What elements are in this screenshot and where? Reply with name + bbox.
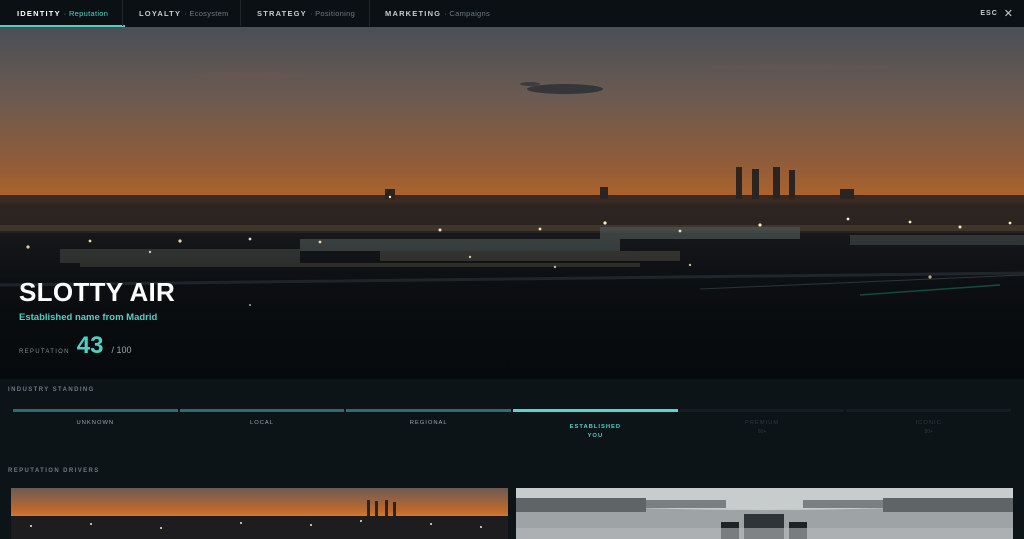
tab-strategy-label: STRATEGY — [257, 8, 307, 18]
tab-marketing-label: MARKETING — [385, 8, 442, 18]
cabin-interior-thumbnail — [516, 488, 1013, 539]
tier-label: LOCAL — [250, 420, 275, 426]
tier-bar — [346, 409, 512, 412]
reputation-drivers-cards — [11, 488, 1013, 539]
reputation-score: REPUTATION 43 / 100 — [19, 332, 132, 360]
tab-marketing[interactable]: MARKETING · Campaigns — [385, 0, 490, 26]
tier-established: ESTABLISHED YOU — [513, 409, 678, 449]
hero-banner: SLOTTY AIR Established name from Madrid … — [0, 27, 1024, 379]
tab-loyalty-sublabel: · Ecosystem — [184, 8, 229, 18]
top-nav: IDENTITY · Reputation LOYALTY · Ecosyste… — [0, 0, 1024, 28]
industry-standing-heading: INDUSTRY STANDING — [8, 387, 95, 393]
madrid-skyline-thumbnail — [11, 488, 508, 539]
tier-bar — [513, 409, 678, 412]
airline-name: SLOTTY AIR — [19, 277, 176, 307]
tab-marketing-sublabel: · Campaigns — [444, 8, 491, 18]
industry-standing-track: UNKNOWN LOCAL REGIONAL ESTABLISHED YOU P… — [13, 409, 1012, 449]
tier-label: UNKNOWN — [76, 420, 115, 426]
reputation-max: / 100 — [111, 345, 132, 355]
tab-divider — [369, 0, 370, 26]
tab-divider — [240, 0, 241, 26]
tab-identity[interactable]: IDENTITY · Reputation — [0, 0, 126, 27]
tier-label: ESTABLISHED — [569, 424, 622, 430]
madrid-skyline-image — [0, 27, 1024, 379]
tier-bar — [13, 409, 178, 412]
tier-bar — [846, 409, 1012, 412]
tab-divider — [122, 0, 123, 26]
tier-unknown: UNKNOWN — [13, 409, 178, 449]
close-icon: ✕ — [1003, 7, 1014, 20]
tier-label: REGIONAL — [409, 420, 448, 426]
tab-loyalty-label: LOYALTY — [139, 8, 182, 18]
tier-local: LOCAL — [179, 409, 345, 449]
tier-label: PREMIUM — [744, 420, 780, 426]
esc-label: ESC — [980, 9, 998, 17]
tier-premium: PREMIUM 60+ — [679, 409, 845, 449]
esc-close-button[interactable]: ESC ✕ — [980, 0, 1014, 26]
tier-threshold: 80+ — [924, 429, 933, 435]
tab-strategy[interactable]: STRATEGY · Positioning — [257, 0, 355, 26]
tab-strategy-sublabel: · Positioning — [309, 8, 356, 18]
tab-identity-sublabel: · Reputation — [63, 8, 109, 18]
reputation-drivers-heading: REPUTATION DRIVERS — [8, 468, 100, 474]
tier-bar — [179, 409, 345, 412]
tab-loyalty[interactable]: LOYALTY · Ecosystem — [139, 0, 229, 26]
tier-label: ICONIC — [915, 420, 942, 426]
tier-bar — [679, 409, 845, 412]
current-tier-marker: YOU — [587, 433, 604, 439]
tier-regional: REGIONAL — [346, 409, 512, 449]
reputation-value: 43 — [76, 332, 104, 359]
reputation-label: REPUTATION — [19, 349, 70, 355]
driver-card-cabin[interactable] — [516, 488, 1013, 539]
airline-tagline: Established name from Madrid — [19, 312, 158, 323]
tier-threshold: 60+ — [757, 429, 767, 435]
tab-identity-label: IDENTITY — [17, 8, 61, 18]
tier-iconic: ICONIC 80+ — [846, 409, 1012, 449]
driver-card-hub[interactable] — [11, 488, 508, 539]
